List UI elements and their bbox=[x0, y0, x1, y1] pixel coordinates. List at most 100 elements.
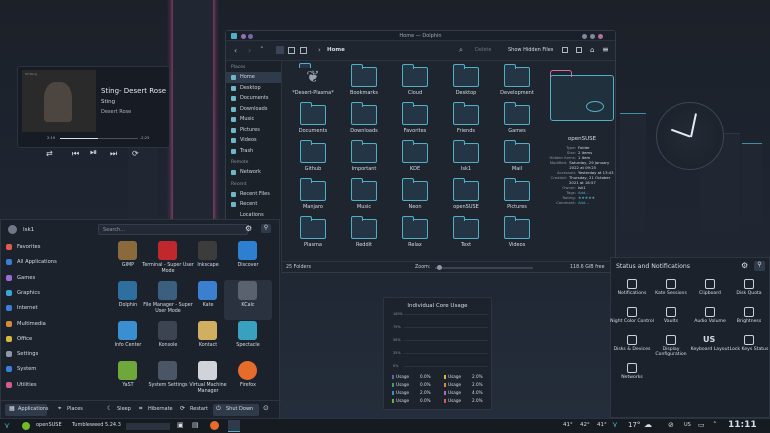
firefox-task-icon[interactable] bbox=[210, 421, 219, 430]
back-icon[interactable]: ‹ bbox=[234, 46, 237, 55]
minimize-icon[interactable] bbox=[582, 34, 587, 39]
up-icon[interactable]: ˄ bbox=[260, 46, 264, 54]
sidebar-item-downloads[interactable]: Downloads bbox=[226, 104, 281, 115]
icons-view-icon[interactable] bbox=[276, 46, 284, 54]
show-hidden-button[interactable]: Show Hidden Files bbox=[508, 47, 553, 53]
sidebar-item-trash[interactable]: Trash bbox=[226, 146, 281, 157]
details-view-icon[interactable] bbox=[300, 47, 307, 54]
status-item-display-configuration[interactable]: Display Configuration bbox=[651, 332, 691, 364]
titlebar[interactable]: Home — Dolphin bbox=[226, 31, 615, 41]
search-icon[interactable]: ⌕ bbox=[459, 46, 463, 55]
sidebar-item-videos[interactable]: Videos bbox=[226, 135, 281, 146]
hamburger-icon[interactable]: ≡ bbox=[602, 45, 609, 54]
folder-item[interactable]: Mail bbox=[492, 140, 542, 179]
app-firefox[interactable]: Firefox bbox=[224, 360, 272, 400]
folder-item[interactable]: Plasma bbox=[288, 216, 338, 255]
folder-item[interactable]: openSUSE bbox=[441, 178, 491, 217]
avatar[interactable] bbox=[8, 225, 17, 234]
keyboard-layout-tray[interactable]: US bbox=[684, 422, 691, 428]
sidebar-item-games[interactable]: Games bbox=[4, 271, 88, 285]
sidebar-item-recent-files[interactable]: Recent Files bbox=[226, 189, 281, 200]
folder-item[interactable]: KDE bbox=[390, 140, 440, 179]
sidebar-item-internet[interactable]: Internet bbox=[4, 301, 88, 315]
weather-icon[interactable]: ☁ bbox=[644, 420, 652, 429]
sidebar-item-graphics[interactable]: Graphics bbox=[4, 286, 88, 300]
dolphin-task-icon[interactable] bbox=[228, 420, 240, 432]
status-item-lock-keys-status[interactable]: Lock Keys Status bbox=[729, 332, 769, 364]
clock-time[interactable]: 11:11 bbox=[728, 420, 757, 430]
sidebar-item-utilities[interactable]: Utilities bbox=[4, 378, 88, 392]
folder-item[interactable]: Desktop bbox=[441, 64, 491, 103]
maximize-icon[interactable] bbox=[590, 34, 595, 39]
configure-icon[interactable]: ⚙ bbox=[741, 261, 748, 270]
shutdown-button[interactable]: Shut Down bbox=[226, 406, 253, 412]
sidebar-item-desktop[interactable]: Desktop bbox=[226, 83, 281, 94]
repeat-icon[interactable]: ⟳ bbox=[132, 149, 139, 158]
sidebar-item-pictures[interactable]: Pictures bbox=[226, 125, 281, 136]
app-spectacle[interactable]: Spectacle bbox=[224, 320, 272, 360]
shuffle-icon[interactable]: ⇄ bbox=[46, 149, 53, 158]
play-icon[interactable]: ⏯ bbox=[90, 148, 97, 158]
sleep-button[interactable]: Sleep bbox=[117, 406, 131, 412]
sidebar-item-multimedia[interactable]: Multimedia bbox=[4, 317, 88, 331]
settings-gear-icon[interactable]: ⚙ bbox=[245, 224, 252, 233]
kickoff-icon[interactable]: ⋎ bbox=[4, 421, 10, 430]
app-discover[interactable]: Discover bbox=[224, 240, 272, 280]
folder-item[interactable]: Pictures bbox=[492, 178, 542, 217]
status-item-keyboard-layout[interactable]: US Keyboard Layout bbox=[690, 332, 730, 364]
sidebar-item-recent-locations[interactable]: Recent Locations bbox=[226, 199, 281, 218]
sidebar-item-office[interactable]: Office bbox=[4, 332, 88, 346]
split-icon[interactable] bbox=[562, 47, 568, 53]
delete-button[interactable]: Delete bbox=[475, 47, 491, 53]
folder-item[interactable]: Bookmarks bbox=[339, 64, 389, 103]
folder-item[interactable]: Neon bbox=[390, 178, 440, 217]
tray-expand-icon[interactable]: ˄ bbox=[713, 421, 717, 429]
menu-dot-icon[interactable] bbox=[248, 34, 253, 39]
zoom-slider[interactable] bbox=[435, 265, 533, 270]
folder-item[interactable]: Favorites bbox=[390, 102, 440, 141]
updates-icon[interactable]: ⊘ bbox=[668, 421, 674, 429]
folder-item[interactable]: Github bbox=[288, 140, 338, 179]
preview-icon[interactable] bbox=[576, 47, 582, 53]
sidebar-item-documents[interactable]: Documents bbox=[226, 93, 281, 104]
restart-button[interactable]: Restart bbox=[190, 406, 208, 412]
app-kcalc[interactable]: KCalc bbox=[224, 280, 272, 320]
folder-item[interactable]: Videos bbox=[492, 216, 542, 255]
folder-item[interactable]: Cloud bbox=[390, 64, 440, 103]
breadcrumb[interactable]: Home bbox=[327, 47, 345, 53]
pin-icon[interactable]: ⚲ bbox=[261, 224, 271, 233]
folder-item[interactable]: Isk1 bbox=[441, 140, 491, 179]
kde-icon[interactable]: ⋎ bbox=[612, 420, 618, 429]
home-icon[interactable]: ⌂ bbox=[590, 46, 594, 54]
sidebar-item-all-applications[interactable]: All Applications bbox=[4, 255, 88, 269]
folder-item[interactable]: Games bbox=[492, 102, 542, 141]
pin-icon[interactable] bbox=[241, 34, 246, 39]
folder-item[interactable]: Reddit bbox=[339, 216, 389, 255]
places-tab[interactable]: Places bbox=[67, 406, 83, 412]
seek-bar[interactable] bbox=[60, 138, 138, 139]
pin-icon[interactable]: ⚲ bbox=[754, 261, 765, 271]
search-input[interactable]: Search... bbox=[98, 224, 248, 235]
folder-item[interactable]: Text bbox=[441, 216, 491, 255]
sidebar-item-favorites[interactable]: Favorites bbox=[4, 240, 88, 254]
folder-item[interactable]: Manjaro bbox=[288, 178, 338, 217]
folder-item[interactable]: Friends bbox=[441, 102, 491, 141]
previous-icon[interactable]: ⏮ bbox=[72, 149, 79, 159]
folder-item[interactable]: ❦ *Desert-Plasma* bbox=[288, 63, 338, 103]
compact-view-icon[interactable] bbox=[288, 47, 295, 54]
clipboard-tray-icon[interactable]: ▭ bbox=[698, 421, 705, 429]
folder-item[interactable]: Music bbox=[339, 178, 389, 217]
more-icon[interactable]: ⊙ bbox=[263, 404, 269, 412]
folder-item[interactable]: Documents bbox=[288, 102, 338, 141]
folder-item[interactable]: Downloads bbox=[339, 102, 389, 141]
sidebar-item-system[interactable]: System bbox=[4, 362, 88, 376]
sidebar-item-music[interactable]: Music bbox=[226, 114, 281, 125]
folder-item[interactable]: Important bbox=[339, 140, 389, 179]
folder-task-icon[interactable]: ▣ bbox=[177, 421, 184, 429]
sidebar-item-network[interactable]: Network bbox=[226, 167, 281, 178]
folder-item[interactable]: Development bbox=[492, 64, 542, 103]
status-item-networks[interactable]: Networks bbox=[612, 360, 652, 392]
terminal-task-icon[interactable]: ▤ bbox=[192, 421, 199, 429]
sidebar-item-home[interactable]: Home bbox=[226, 72, 281, 83]
close-icon[interactable] bbox=[598, 34, 603, 39]
